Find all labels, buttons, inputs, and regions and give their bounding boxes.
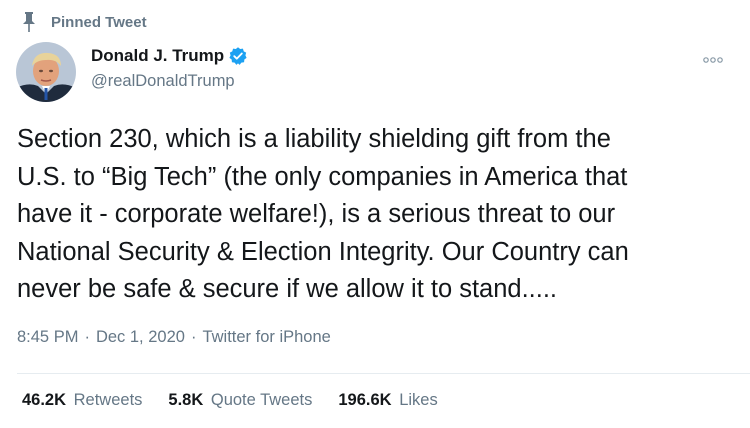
more-options-icon[interactable] [703, 52, 723, 67]
meta-separator: · [84, 328, 90, 346]
pinned-tweet-header: Pinned Tweet [22, 12, 147, 32]
tweet-time[interactable]: 8:45 PM [17, 328, 78, 347]
author-handle[interactable]: @realDonaldTrump [91, 72, 248, 91]
likes-label: Likes [399, 391, 438, 409]
quote-tweets-stat[interactable]: 5.8K Quote Tweets [168, 391, 312, 410]
tweet-text: Section 230, which is a liability shield… [17, 125, 629, 303]
divider [17, 373, 750, 374]
tweet-meta: 8:45 PM · Dec 1, 2020 · Twitter for iPho… [17, 328, 331, 347]
meta-separator: · [190, 328, 197, 346]
quote-tweets-label: Quote Tweets [210, 391, 313, 409]
retweets-label: Retweets [73, 391, 143, 409]
pin-icon [23, 12, 35, 32]
more-icon [703, 57, 723, 63]
avatar-image [16, 42, 76, 102]
verified-icon [229, 47, 247, 65]
tweet-date[interactable]: Dec 1, 2020 [96, 328, 185, 347]
retweets-count: 46.2K [22, 391, 67, 409]
tweet-source[interactable]: Twitter for iPhone [202, 328, 330, 347]
tweet-stats: 46.2K Retweets 5.8K Quote Tweets 196.6K … [22, 391, 464, 410]
likes-count: 196.6K [338, 391, 392, 409]
author-name[interactable]: Donald J. Trump [91, 46, 224, 66]
quote-tweets-count: 5.8K [168, 391, 204, 409]
retweets-stat[interactable]: 46.2K Retweets [22, 391, 142, 410]
likes-stat[interactable]: 196.6K Likes [338, 391, 437, 410]
pinned-label: Pinned Tweet [51, 13, 147, 31]
author-block[interactable]: Donald J. Trump @realDonaldTrump [91, 46, 248, 91]
avatar[interactable] [16, 42, 76, 102]
